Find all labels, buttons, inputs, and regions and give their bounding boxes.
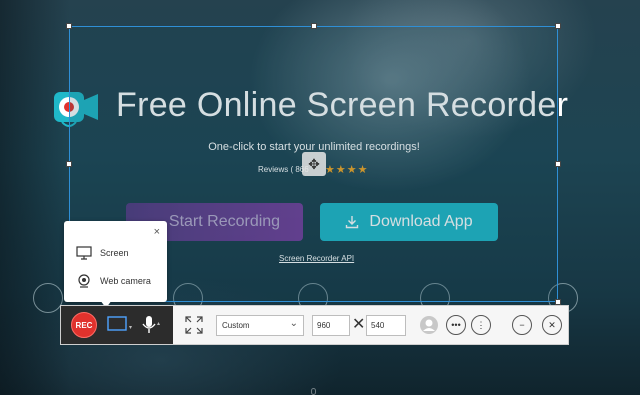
comment-icon[interactable]: ••• (446, 315, 466, 335)
width-input[interactable]: 960 (312, 315, 350, 336)
resize-handle-top-left[interactable] (66, 23, 72, 29)
resize-handle-right[interactable] (555, 161, 561, 167)
popup-close-icon[interactable]: × (154, 226, 160, 238)
close-icon[interactable]: ✕ (542, 315, 562, 335)
toolbar-dark-section: REC ▾ ▴ (61, 306, 173, 344)
move-icon[interactable]: ✥ (302, 152, 326, 176)
resize-handle-top-right[interactable] (555, 23, 561, 29)
microphone-icon[interactable] (141, 315, 157, 335)
rec-button[interactable]: REC (71, 312, 97, 338)
size-preset-value: Custom (222, 321, 250, 330)
dimension-separator: ✕ (352, 316, 366, 333)
size-preset-select[interactable]: Custom ⌄ (216, 315, 304, 336)
source-popup: × Screen Web camera (64, 221, 167, 302)
webcam-icon (78, 274, 90, 288)
chevron-down-icon: ⌄ (289, 318, 298, 329)
popup-item-label: Screen (100, 248, 129, 258)
recorder-toolbar: REC ▾ ▴ Custom ⌄ 960 ✕ 540 ••• ⋮ − ✕ (60, 305, 569, 345)
height-input[interactable]: 540 (366, 315, 406, 336)
scroll-indicator (311, 388, 316, 395)
screen-dropdown-icon[interactable]: ▾ (129, 324, 132, 331)
fullscreen-icon[interactable] (185, 316, 203, 334)
avatar-icon[interactable] (419, 315, 439, 335)
popup-item-web-camera[interactable]: Web camera (76, 274, 151, 288)
microphone-dropdown-icon[interactable]: ▴ (157, 320, 160, 327)
popup-item-screen[interactable]: Screen (76, 246, 129, 260)
feature-document-icon (33, 283, 63, 313)
screen-source-icon[interactable] (107, 316, 129, 333)
resize-handle-left[interactable] (66, 161, 72, 167)
more-options-icon[interactable]: ⋮ (471, 315, 491, 335)
monitor-icon (76, 246, 92, 260)
resize-handle-top[interactable] (311, 23, 317, 29)
minimize-icon[interactable]: − (512, 315, 532, 335)
popup-item-label: Web camera (100, 276, 151, 286)
